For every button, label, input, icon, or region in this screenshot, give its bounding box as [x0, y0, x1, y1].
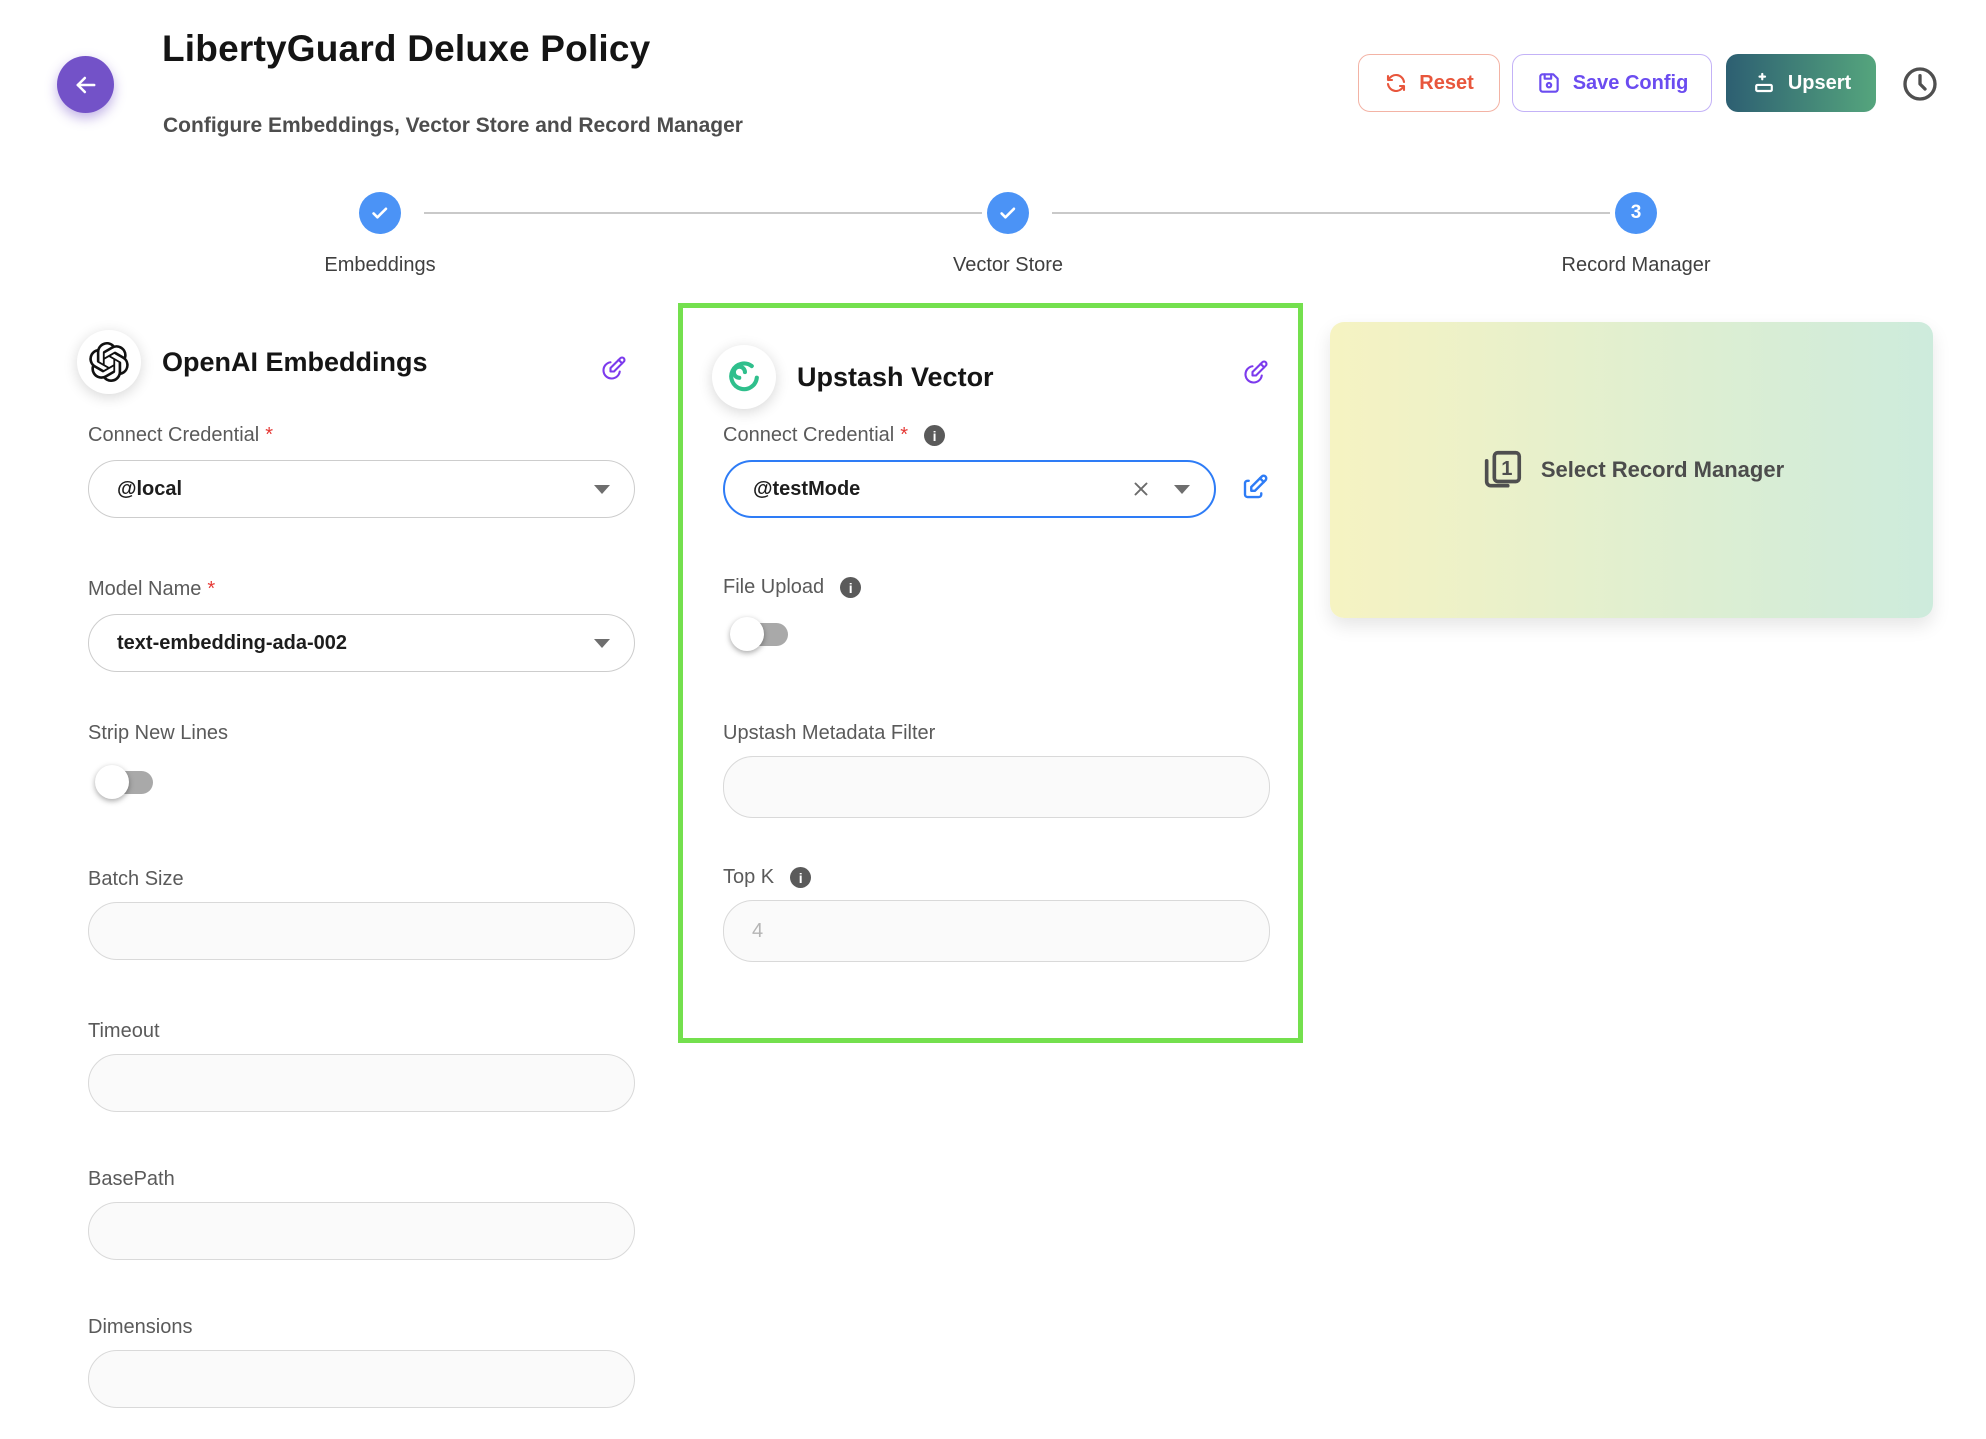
history-clock-button[interactable] [1898, 62, 1942, 106]
dimensions-label: Dimensions [88, 1316, 635, 1339]
step-vector-store-label: Vector Store [838, 254, 1178, 277]
upstash-logo-icon [712, 345, 776, 409]
chevron-down-icon [594, 639, 610, 648]
record-stack-icon-number: 1 [1501, 458, 1512, 480]
basepath-input[interactable] [88, 1202, 635, 1260]
edit-credential-icon[interactable] [1234, 466, 1276, 508]
chevron-down-icon [1174, 485, 1190, 494]
model-name-value: text-embedding-ada-002 [117, 632, 594, 655]
basepath-label: BasePath [88, 1168, 635, 1191]
batch-size-input[interactable] [88, 902, 635, 960]
select-record-manager-label: Select Record Manager [1541, 457, 1784, 483]
embeddings-card-title: OpenAI Embeddings [162, 347, 428, 378]
model-name-select[interactable]: text-embedding-ada-002 [88, 614, 635, 672]
timeout-input[interactable] [88, 1054, 635, 1112]
reset-button-label: Reset [1419, 72, 1473, 95]
embeddings-credential-select[interactable]: @local [88, 460, 635, 518]
timeout-label: Timeout [88, 1020, 635, 1043]
top-k-label: Top K i [723, 866, 1270, 889]
info-icon[interactable]: i [790, 867, 811, 888]
embeddings-credential-value: @local [117, 478, 594, 501]
step-embeddings-indicator[interactable] [359, 192, 401, 234]
edit-vector-store-icon[interactable] [1236, 352, 1276, 392]
stepper-connector [424, 212, 982, 214]
clock-icon [1900, 64, 1940, 104]
step-number: 3 [1631, 202, 1642, 224]
model-name-label: Model Name * [88, 578, 635, 601]
back-button[interactable] [57, 56, 114, 113]
batch-size-label: Batch Size [88, 868, 635, 891]
info-icon[interactable]: i [840, 577, 861, 598]
strip-new-lines-toggle[interactable] [95, 764, 159, 800]
check-icon [369, 202, 391, 224]
required-marker: * [207, 578, 215, 601]
metadata-filter-input[interactable] [723, 756, 1270, 818]
step-embeddings-label: Embeddings [210, 254, 550, 277]
file-upload-label: File Upload i [723, 576, 1270, 599]
required-marker: * [900, 424, 908, 447]
upsert-button-label: Upsert [1788, 72, 1851, 95]
vector-store-card-title: Upstash Vector [797, 362, 994, 393]
page-subtitle: Configure Embeddings, Vector Store and R… [163, 114, 743, 138]
vs-connect-credential-label: Connect Credential * i [723, 424, 1270, 447]
stepper-connector [1052, 212, 1610, 214]
edit-embeddings-icon[interactable] [594, 348, 634, 388]
file-upload-toggle[interactable] [730, 616, 794, 652]
clear-x-icon[interactable] [1130, 478, 1152, 500]
refresh-icon [1384, 71, 1408, 95]
step-record-manager-indicator[interactable]: 3 [1615, 192, 1657, 234]
save-config-button-label: Save Config [1573, 72, 1689, 95]
step-record-manager-label: Record Manager [1466, 254, 1806, 277]
record-stack-icon: 1 [1479, 447, 1525, 493]
vs-credential-value: @testMode [753, 478, 1130, 501]
top-k-input[interactable] [723, 900, 1270, 962]
info-icon[interactable]: i [924, 425, 945, 446]
step-vector-store-indicator[interactable] [987, 192, 1029, 234]
reset-button[interactable]: Reset [1358, 54, 1500, 112]
metadata-filter-label: Upstash Metadata Filter [723, 722, 1270, 745]
page-title: LibertyGuard Deluxe Policy [162, 28, 650, 70]
strip-new-lines-label: Strip New Lines [88, 722, 635, 745]
floppy-disk-icon [1536, 70, 1562, 96]
openai-logo-icon [77, 330, 141, 394]
connect-credential-label: Connect Credential * [88, 424, 635, 447]
chevron-down-icon [594, 485, 610, 494]
vs-credential-combobox[interactable]: @testMode [723, 460, 1216, 518]
select-record-manager-card[interactable]: 1 Select Record Manager [1330, 322, 1933, 618]
required-marker: * [265, 424, 273, 447]
check-icon [997, 202, 1019, 224]
upsert-button[interactable]: Upsert [1726, 54, 1876, 112]
save-config-button[interactable]: Save Config [1512, 54, 1712, 112]
upload-tray-icon [1751, 70, 1777, 96]
arrow-left-icon [72, 71, 100, 99]
dimensions-input[interactable] [88, 1350, 635, 1408]
upsert-config-page: LibertyGuard Deluxe Policy Configure Emb… [0, 0, 1986, 1439]
